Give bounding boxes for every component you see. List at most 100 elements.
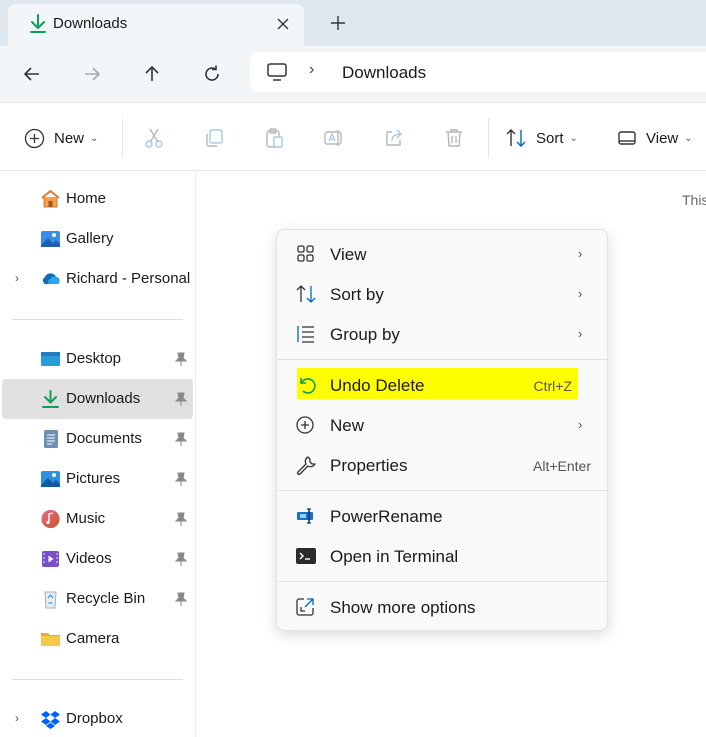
empty-folder-message: This — [682, 192, 706, 208]
menu-item-view[interactable]: View › — [282, 235, 604, 273]
desktop-icon — [40, 349, 61, 369]
up-arrow-icon — [145, 66, 159, 81]
address-bar[interactable]: › Downloads — [250, 52, 706, 92]
new-label: New — [54, 129, 85, 147]
sidebar-item-camera[interactable]: Camera — [2, 619, 193, 659]
sidebar-item-pictures[interactable]: Pictures — [2, 459, 193, 499]
sidebar-item-dropbox[interactable]: › Dropbox — [2, 699, 193, 737]
documents-icon — [40, 429, 61, 449]
menu-item-properties[interactable]: Properties Alt+Enter — [282, 446, 604, 484]
menu-item-sort-by[interactable]: Sort by › — [282, 275, 604, 313]
pin-icon[interactable] — [174, 551, 188, 567]
new-plus-icon — [295, 415, 317, 435]
view-icon — [618, 131, 636, 145]
menu-item-new[interactable]: New › — [282, 406, 604, 444]
pin-icon[interactable] — [174, 431, 188, 447]
expand-chevron-icon[interactable]: › — [15, 271, 19, 285]
wrench-icon — [295, 455, 317, 476]
undo-icon — [295, 375, 317, 395]
close-tab-button[interactable] — [272, 13, 294, 35]
folder-icon — [40, 629, 61, 649]
breadcrumb-downloads[interactable]: Downloads — [342, 63, 426, 83]
sidebar-item-gallery[interactable]: Gallery — [2, 219, 193, 259]
sidebar-item-label: Pictures — [66, 470, 121, 487]
chevron-right-icon: › — [578, 326, 583, 341]
pin-icon[interactable] — [174, 351, 188, 367]
rename-button[interactable] — [323, 124, 345, 152]
pin-icon[interactable] — [174, 591, 188, 607]
chevron-right-icon: › — [578, 417, 583, 432]
menu-item-open-in-terminal[interactable]: Open in Terminal — [282, 537, 604, 575]
menu-item-label: View — [330, 245, 367, 264]
sidebar-item-onedrive[interactable]: › Richard - Personal — [2, 259, 193, 299]
sidebar-item-music[interactable]: Music — [2, 499, 193, 539]
toolbar-divider — [122, 118, 123, 158]
sort-button[interactable]: Sort ⌄ — [505, 124, 578, 152]
menu-item-powerrename[interactable]: PowerRename — [282, 497, 604, 535]
navigation-pane: Home Gallery › Richard - Personal Deskto… — [0, 172, 196, 737]
sidebar-item-label: Videos — [66, 550, 112, 567]
sidebar-divider — [12, 319, 183, 320]
copy-icon — [206, 129, 223, 147]
group-icon — [295, 324, 317, 344]
view-grid-icon — [295, 244, 317, 264]
sidebar-item-desktop[interactable]: Desktop — [2, 339, 193, 379]
view-label: View — [646, 129, 679, 147]
menu-item-label: Show more options — [330, 598, 476, 617]
paste-icon — [266, 128, 283, 148]
sidebar-item-label: Home — [66, 190, 107, 207]
forward-button[interactable] — [78, 60, 106, 88]
delete-button[interactable] — [443, 124, 465, 152]
refresh-button[interactable] — [198, 60, 226, 88]
share-icon — [386, 129, 402, 146]
sidebar-item-documents[interactable]: Documents — [2, 419, 193, 459]
context-menu: View › Sort by › Group by › Undo Delete … — [276, 229, 608, 631]
sidebar-item-label: Dropbox — [66, 710, 123, 727]
back-button[interactable] — [18, 60, 46, 88]
music-icon — [40, 509, 61, 529]
menu-item-label: Open in Terminal — [330, 547, 459, 566]
menu-separator — [278, 359, 608, 360]
new-tab-button[interactable] — [327, 12, 349, 34]
copy-button[interactable] — [203, 124, 225, 152]
this-pc-icon[interactable] — [266, 62, 288, 82]
sidebar-item-label: Desktop — [66, 350, 122, 367]
view-button[interactable]: View ⌄ — [617, 124, 693, 152]
menu-item-label: Undo Delete — [330, 376, 425, 395]
menu-item-group-by[interactable]: Group by › — [282, 315, 604, 353]
dropbox-icon — [40, 709, 61, 729]
paste-button[interactable] — [263, 124, 285, 152]
pin-icon[interactable] — [174, 391, 188, 407]
sidebar-item-recycle-bin[interactable]: Recycle Bin — [2, 579, 193, 619]
up-button[interactable] — [138, 60, 166, 88]
menu-item-label: PowerRename — [330, 507, 443, 526]
menu-item-undo-delete[interactable]: Undo Delete Ctrl+Z — [282, 366, 604, 404]
expand-chevron-icon[interactable]: › — [15, 711, 19, 725]
new-plus-icon — [24, 128, 45, 148]
tab-downloads[interactable]: Downloads — [8, 4, 304, 46]
sidebar-item-videos[interactable]: Videos — [2, 539, 193, 579]
sidebar-item-label: Recycle Bin — [66, 590, 146, 607]
menu-separator — [278, 490, 608, 491]
pin-icon[interactable] — [174, 471, 188, 487]
back-arrow-icon — [24, 67, 39, 81]
cut-button[interactable] — [143, 124, 165, 152]
terminal-icon — [295, 546, 317, 566]
home-icon — [40, 189, 61, 209]
chevron-right-icon: › — [578, 246, 583, 261]
close-icon — [277, 18, 289, 30]
sidebar-item-home[interactable]: Home — [2, 179, 193, 219]
menu-item-show-more-options[interactable]: Show more options — [282, 588, 604, 626]
sort-label: Sort — [536, 129, 564, 147]
toolbar-divider — [488, 118, 489, 158]
sort-icon — [295, 284, 317, 304]
breadcrumb-separator[interactable]: › — [309, 61, 314, 79]
refresh-icon — [205, 65, 219, 81]
sidebar-item-downloads[interactable]: Downloads — [2, 379, 193, 419]
chevron-down-icon: ⌄ — [684, 132, 693, 144]
pin-icon[interactable] — [174, 511, 188, 527]
download-icon — [28, 13, 48, 35]
recycle-bin-icon — [40, 589, 61, 609]
share-button[interactable] — [383, 124, 405, 152]
new-button[interactable]: New ⌄ — [24, 124, 98, 152]
